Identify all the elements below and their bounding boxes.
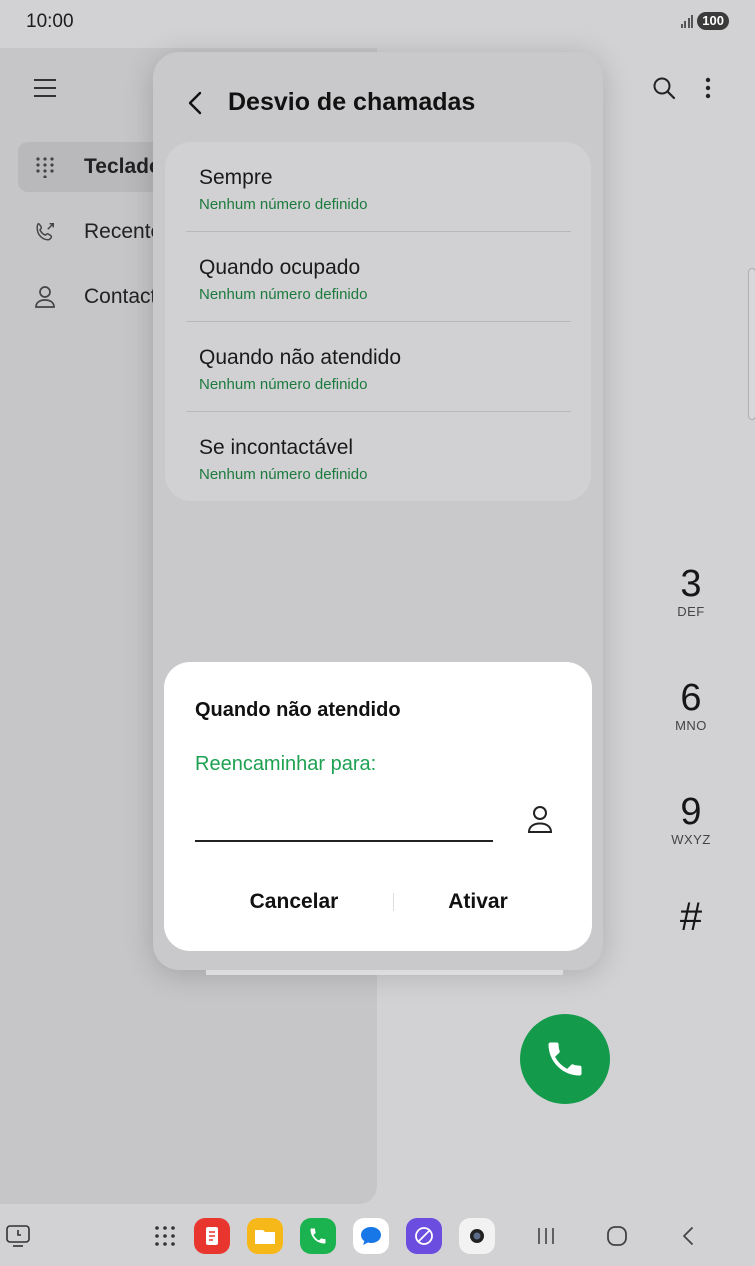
option-subtitle: Nenhum número definido [199,196,368,213]
dialog-title: Quando não atendido [195,699,401,721]
phone-app-icon[interactable] [300,1218,336,1254]
option-title: Se incontactável [199,436,354,459]
nav-item-contacts[interactable]: Contactos [18,272,179,322]
battery-indicator: 100 [697,12,729,30]
option-always[interactable]: Sempre Nenhum número definido [186,142,571,232]
call-button[interactable] [520,1014,610,1104]
internet-app-icon[interactable] [406,1218,442,1254]
recent-calls-icon [34,221,56,243]
taskbar [0,1208,755,1266]
dialpad-icon [34,156,56,178]
forward-to-label: Reencaminhar para: [195,753,377,775]
option-subtitle: Nenhum número definido [199,466,368,483]
key-number: 6 [680,677,702,719]
taskbar-edge-icon[interactable] [0,1218,36,1254]
forward-number-input[interactable] [195,800,493,842]
phone-icon [548,1042,582,1076]
option-subtitle: Nenhum número definido [199,376,368,393]
key-letters: MNO [675,718,707,733]
option-when-busy[interactable]: Quando ocupado Nenhum número definido [186,232,571,322]
contact-icon [34,286,56,308]
activate-button[interactable]: Ativar [398,882,558,922]
status-bar: 10:00 100 [0,0,755,46]
home-button[interactable] [599,1218,635,1254]
key-letters: DEF [677,604,705,619]
back-arrow-icon[interactable] [183,90,209,116]
key-3[interactable]: 3 DEF [660,564,722,619]
status-time: 10:00 [26,11,74,32]
contact-picker-icon[interactable] [526,804,556,834]
status-icons: 100 [680,12,729,30]
key-hash[interactable]: # [660,895,722,940]
recents-button[interactable] [528,1218,564,1254]
key-number: 3 [680,563,702,605]
key-9[interactable]: 9 WXYZ [660,792,722,847]
my-files-app-icon[interactable] [247,1218,283,1254]
forward-dialog: Quando não atendido Reencaminhar para: C… [164,662,592,951]
forwarding-options-card: Sempre Nenhum número definido Quando ocu… [165,142,591,501]
scroll-handle[interactable] [748,268,755,420]
option-when-unanswered[interactable]: Quando não atendido Nenhum número defini… [186,322,571,412]
button-divider [393,893,394,911]
search-icon[interactable] [652,76,676,100]
key-6[interactable]: 6 MNO [660,678,722,733]
back-button[interactable] [670,1218,706,1254]
option-title: Sempre [199,166,273,189]
nav-item-recents[interactable]: Recentes [18,207,173,257]
popup-resize-bar[interactable] [206,970,563,975]
messages-app-icon[interactable] [353,1218,389,1254]
option-title: Quando ocupado [199,256,361,279]
camera-app-icon[interactable] [459,1218,495,1254]
option-title: Quando não atendido [199,346,402,369]
signal-icon [680,14,694,28]
nav-item-keypad[interactable]: Teclado [18,142,168,192]
more-options-icon[interactable] [698,76,718,100]
key-letters: WXYZ [671,832,711,847]
cancel-button[interactable]: Cancelar [214,882,374,922]
menu-icon[interactable] [34,78,56,98]
option-subtitle: Nenhum número definido [199,286,368,303]
app-drawer-icon[interactable] [147,1218,183,1254]
notes-app-icon[interactable] [194,1218,230,1254]
nav-item-label: Teclado [84,155,162,178]
page-title: Desvio de chamadas [228,88,476,116]
key-number: 9 [680,791,702,833]
option-unreachable[interactable]: Se incontactável Nenhum número definido [186,412,571,502]
